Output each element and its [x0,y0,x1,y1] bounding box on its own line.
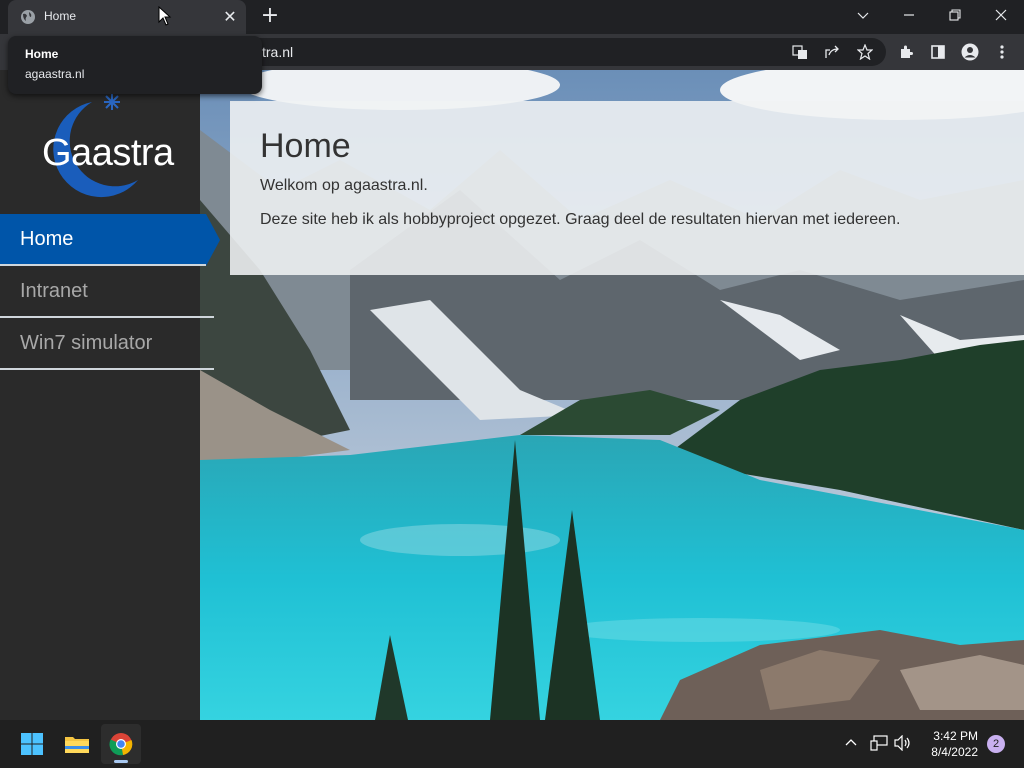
hover-card-title: Home [25,47,59,61]
site-sidebar: Gaastra Home Intranet Win7 simulator [0,70,220,720]
chevron-down-icon[interactable] [840,0,886,30]
clock-date: 8/4/2022 [931,745,978,759]
extensions-icon[interactable] [896,42,916,62]
welcome-text: Welkom op agaastra.nl. [260,177,428,194]
tab-title: Home [44,9,77,23]
content-panel: Home Welkom op agaastra.nl. Deze site he… [230,101,1024,275]
network-icon[interactable] [868,732,890,754]
mouse-cursor-icon [158,6,172,26]
more-icon[interactable] [992,42,1012,62]
plus-icon[interactable]: + [258,5,282,29]
windows-taskbar: 3:42 PM 8/4/2022 2 [0,720,1024,768]
logo-text: Gaastra [42,132,174,174]
tab-home[interactable]: Home ✕ [8,0,246,34]
side-panel-icon[interactable] [928,42,948,62]
main-nav: Home Intranet Win7 simulator [0,214,220,370]
restore-icon[interactable] [932,0,978,30]
chrome-icon[interactable] [101,724,141,764]
windows-start-icon[interactable] [12,724,52,764]
intro-text: Deze site heb ik als hobbyproject opgeze… [260,211,901,228]
file-explorer-icon[interactable] [57,724,97,764]
chevron-up-icon[interactable] [840,732,862,754]
star-icon[interactable] [855,42,875,62]
address-bar[interactable]: tra.nl [210,38,886,66]
globe-icon [21,10,35,24]
system-clock[interactable]: 3:42 PM 8/4/2022 [931,728,978,760]
minimize-icon[interactable] [886,0,932,30]
profile-icon[interactable] [960,42,980,62]
share-icon[interactable] [822,42,842,62]
active-app-indicator [114,760,128,763]
window-close-icon[interactable] [978,0,1024,30]
tab-strip: Home ✕ + [0,0,1024,34]
notification-badge[interactable]: 2 [987,735,1005,753]
translate-icon[interactable] [790,42,810,62]
nav-item-home[interactable]: Home [0,214,220,266]
url-text: tra.nl [262,44,294,60]
volume-icon[interactable] [892,732,914,754]
nav-item-intranet[interactable]: Intranet [0,266,214,318]
page-title: Home [260,127,351,165]
clock-time: 3:42 PM [933,729,978,743]
nav-item-win7-simulator[interactable]: Win7 simulator [0,318,214,370]
page-viewport: Gaastra Home Intranet Win7 simulator Hom… [0,70,1024,720]
close-icon[interactable]: ✕ [220,7,240,27]
tab-hover-card: Home agaastra.nl [8,36,262,94]
hover-card-url: agaastra.nl [25,67,85,81]
